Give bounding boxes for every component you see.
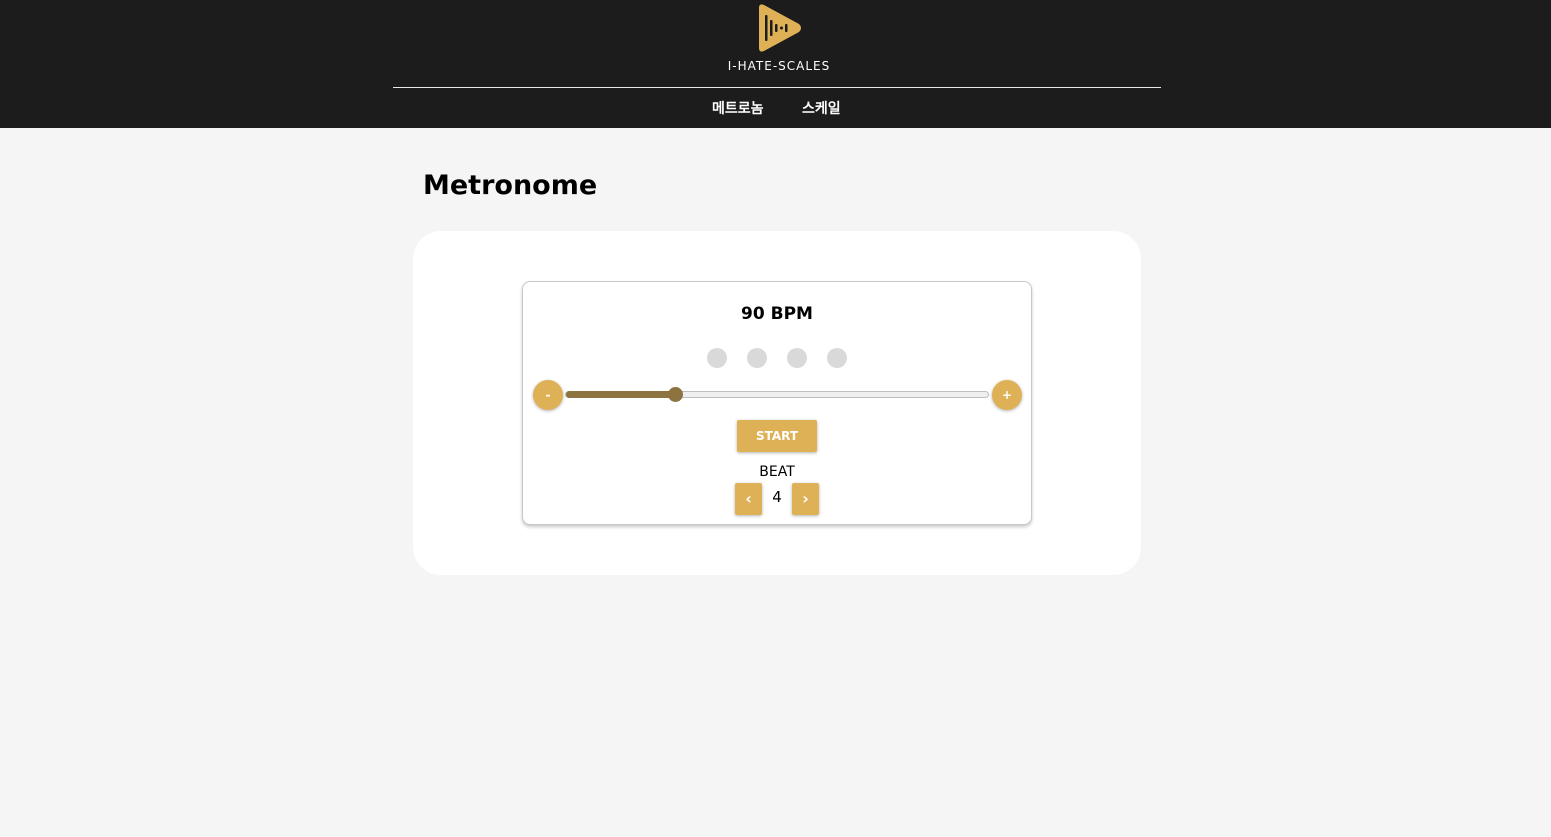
bpm-display: 90 BPM: [741, 304, 813, 324]
beat-indicator-4: [827, 348, 847, 368]
start-button[interactable]: START: [737, 420, 817, 452]
header-divider: [393, 87, 1161, 88]
brand-name: I-HATE-SCALES: [727, 59, 831, 73]
beat-indicator-3: [787, 348, 807, 368]
bpm-increase-button[interactable]: +: [992, 380, 1022, 410]
logo-icon[interactable]: [755, 3, 803, 53]
bpm-decrease-button[interactable]: -: [533, 380, 563, 410]
nav-metronome-link[interactable]: 메트로놈: [712, 98, 764, 118]
beat-indicator-1: [707, 348, 727, 368]
metronome-card: 90 BPM - + START BEAT ‹ 4 ›: [522, 281, 1032, 525]
beat-indicator-2: [747, 348, 767, 368]
chevron-right-icon: ›: [802, 489, 809, 508]
beat-decrease-button[interactable]: ‹: [735, 483, 762, 515]
site-header: I-HATE-SCALES 메트로놈 스케일: [0, 0, 1551, 128]
page-title: Metronome: [423, 170, 598, 201]
chevron-left-icon: ‹: [745, 489, 752, 508]
beat-increase-button[interactable]: ›: [792, 483, 819, 515]
bpm-slider-fill: [566, 391, 676, 398]
beat-count: 4: [772, 488, 782, 506]
nav-scale-link[interactable]: 스케일: [802, 98, 841, 118]
bpm-slider[interactable]: [565, 387, 989, 402]
bpm-slider-thumb[interactable]: [668, 387, 683, 402]
beat-label: BEAT: [759, 464, 795, 480]
